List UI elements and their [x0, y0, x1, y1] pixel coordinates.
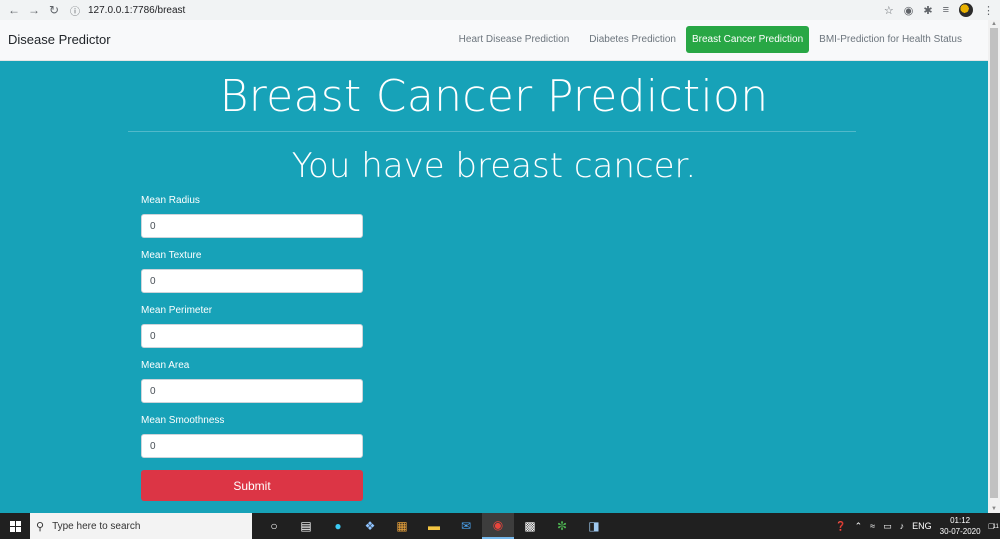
media-playlist-icon[interactable]: ≡ [943, 4, 949, 16]
nav-link-breast-cancer[interactable]: Breast Cancer Prediction [685, 26, 810, 53]
mail-icon[interactable]: ✉ [450, 513, 482, 539]
forward-arrow-icon[interactable]: → [24, 0, 44, 20]
notification-count-badge: 11 [992, 524, 999, 530]
clock[interactable]: 01:12 30-07-2020 [940, 515, 981, 537]
mean-perimeter-label: Mean Perimeter [141, 305, 213, 316]
url-text: 127.0.0.1:7786/breast [88, 4, 186, 16]
page-scrollbar[interactable]: ▲ ▼ [988, 20, 1000, 513]
dropbox-icon[interactable]: ❖ [354, 513, 386, 539]
windows-logo-icon [9, 520, 21, 532]
system-tray: ❓ ⌃ ≈ ▭ ♪ ENG 01:12 30-07-2020 □ 11 [835, 513, 1000, 539]
navbar-links: Heart Disease Prediction Diabetes Predic… [449, 26, 972, 53]
submit-button[interactable]: Submit [141, 470, 363, 501]
scroll-down-arrow-icon[interactable]: ▼ [988, 505, 1000, 513]
show-hidden-icons-chevron-icon[interactable]: ⌃ [855, 521, 863, 532]
volume-icon[interactable]: ♪ [900, 521, 905, 531]
clock-date: 30-07-2020 [939, 527, 981, 536]
mean-radius-label: Mean Radius [141, 195, 200, 206]
mean-texture-input[interactable] [141, 269, 363, 293]
edge-browser-icon[interactable]: ● [322, 513, 354, 539]
taskbar-search-box[interactable]: ⚲ Type here to search [30, 513, 252, 539]
wifi-icon[interactable]: ≈ [870, 521, 875, 531]
nav-link-diabetes[interactable]: Diabetes Prediction [579, 26, 686, 53]
extension-shield-icon[interactable]: ◉ [904, 4, 914, 17]
reload-icon[interactable]: ↻ [44, 0, 64, 20]
site-navbar: Disease Predictor Heart Disease Predicti… [0, 20, 1000, 61]
menu-kebab-icon[interactable]: ⋮ [983, 4, 994, 17]
browser-toolbar: ← → ↻ ⓘ 127.0.0.1:7786/breast ☆ ◉ ✱ ≡ ⋮ [0, 0, 1000, 20]
help-icon[interactable]: ❓ [835, 521, 846, 532]
field-mean-perimeter: Mean Perimeter [141, 305, 363, 348]
clock-time: 01:12 [950, 516, 971, 525]
field-mean-radius: Mean Radius [141, 195, 363, 238]
terminal-icon[interactable]: ▩ [514, 513, 546, 539]
scroll-up-arrow-icon[interactable]: ▲ [988, 20, 1000, 28]
windows-taskbar: ⚲ Type here to search ○ ▤ ● ❖ ▦ ▬ ✉ ◉ ▩ … [0, 513, 1000, 539]
address-bar[interactable]: ⓘ 127.0.0.1:7786/breast [68, 1, 888, 19]
extensions-puzzle-icon[interactable]: ✱ [923, 4, 932, 17]
profile-avatar[interactable] [959, 3, 973, 17]
bookmark-star-icon[interactable]: ☆ [884, 4, 894, 17]
file-explorer-icon[interactable]: ▬ [418, 513, 450, 539]
mean-radius-input[interactable] [141, 214, 363, 238]
scrollbar-thumb[interactable] [990, 28, 998, 498]
prediction-result: You have breast cancer. [291, 146, 697, 186]
mean-texture-label: Mean Texture [141, 250, 202, 261]
back-arrow-icon[interactable]: ← [4, 0, 24, 20]
mean-area-label: Mean Area [141, 360, 190, 371]
language-indicator[interactable]: ENG [912, 521, 932, 531]
mean-perimeter-input[interactable] [141, 324, 363, 348]
page-title: Breast Cancer Prediction [219, 71, 769, 122]
field-mean-texture: Mean Texture [141, 250, 363, 293]
nav-link-bmi[interactable]: BMI-Prediction for Health Status [809, 26, 972, 53]
navbar-brand[interactable]: Disease Predictor [8, 32, 111, 47]
green-app-icon[interactable]: ✼ [546, 513, 578, 539]
main-content: Breast Cancer Prediction You have breast… [0, 61, 988, 513]
prediction-form: Mean Radius Mean Texture Mean Perimeter … [141, 195, 363, 501]
battery-icon[interactable]: ▭ [883, 521, 892, 532]
notification-center-icon[interactable]: □ 11 [989, 521, 999, 531]
field-mean-smoothness: Mean Smoothness [141, 415, 363, 458]
task-view-icon[interactable]: ▤ [290, 513, 322, 539]
mean-smoothness-label: Mean Smoothness [141, 415, 225, 426]
search-icon: ⚲ [36, 520, 45, 533]
taskbar-search-placeholder: Type here to search [52, 520, 141, 532]
title-divider [128, 131, 856, 132]
chrome-icon[interactable]: ◉ [482, 513, 514, 539]
store-icon[interactable]: ▦ [386, 513, 418, 539]
field-mean-area: Mean Area [141, 360, 363, 403]
site-info-icon[interactable]: ⓘ [68, 3, 82, 18]
notepad-icon[interactable]: ◨ [578, 513, 610, 539]
cortana-icon[interactable]: ○ [258, 513, 290, 539]
mean-area-input[interactable] [141, 379, 363, 403]
nav-link-heart-disease[interactable]: Heart Disease Prediction [449, 26, 580, 53]
mean-smoothness-input[interactable] [141, 434, 363, 458]
start-button[interactable] [0, 513, 30, 539]
